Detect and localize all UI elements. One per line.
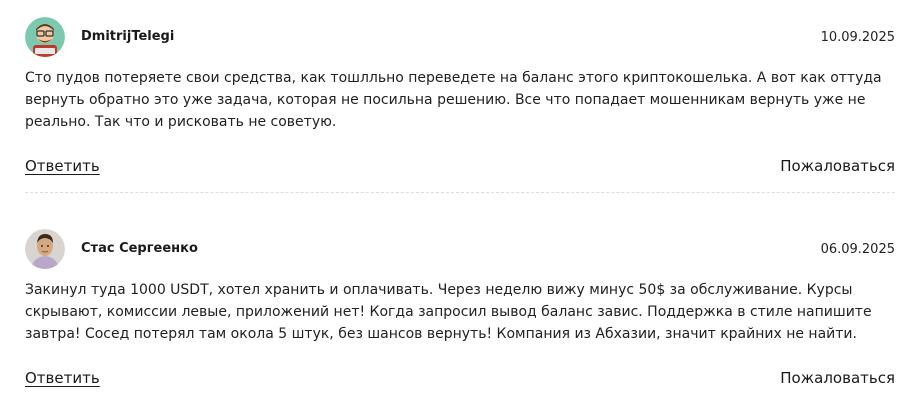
comment-date: 06.09.2025 <box>820 242 895 257</box>
comment-text: Сто пудов потеряете свои средства, как т… <box>25 70 882 130</box>
reply-link[interactable]: Ответить <box>25 369 100 387</box>
avatar <box>25 17 65 57</box>
divider <box>25 192 895 193</box>
author-name: DmitrijTelegi <box>81 29 175 44</box>
comments-list: DmitrijTelegi 10.09.2025 Сто пудов потер… <box>0 0 920 402</box>
report-link[interactable]: Пожаловаться <box>780 157 895 175</box>
comment: DmitrijTelegi 10.09.2025 Сто пудов потер… <box>25 17 895 175</box>
comment-actions: Ответить Пожаловаться <box>25 369 895 389</box>
comment-text: Закинул туда 1000 USDT, хотел хранить и … <box>25 282 872 342</box>
comment: Стас Сергеенко 06.09.2025 Закинул туда 1… <box>25 229 895 387</box>
comment-header: Стас Сергеенко 06.09.2025 <box>25 229 895 269</box>
avatar <box>25 229 65 269</box>
comment-date: 10.09.2025 <box>820 30 895 45</box>
cartoon-avatar-icon <box>25 17 65 57</box>
reply-link[interactable]: Ответить <box>25 157 100 175</box>
photo-avatar-icon <box>25 229 65 269</box>
comment-header: DmitrijTelegi 10.09.2025 <box>25 17 895 57</box>
report-link[interactable]: Пожаловаться <box>780 369 895 387</box>
comment-actions: Ответить Пожаловаться <box>25 157 895 177</box>
author-name: Стас Сергеенко <box>81 241 198 256</box>
